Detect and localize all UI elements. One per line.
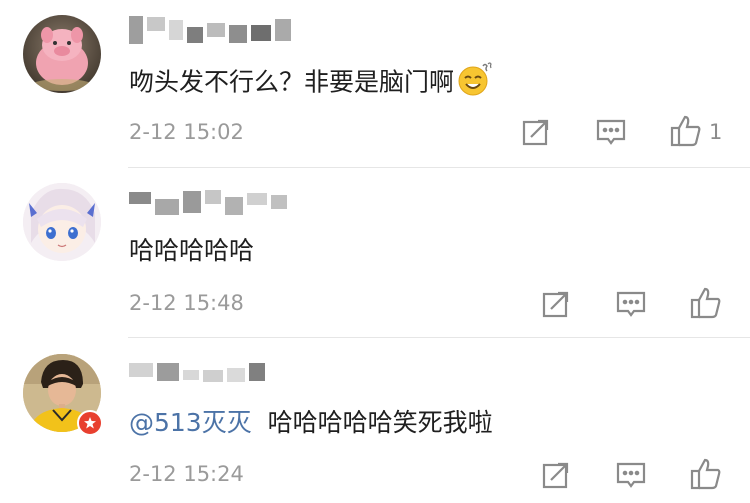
comment-item: 哈哈哈哈哈 2-12 15:48 bbox=[0, 168, 750, 338]
username-masked[interactable] bbox=[129, 14, 291, 46]
comment-item: @513灭灭 哈哈哈哈哈笑死我啦 2-12 15:24 bbox=[0, 338, 750, 503]
timestamp: 2-12 15:24 bbox=[129, 462, 244, 486]
repost-icon[interactable] bbox=[520, 116, 552, 148]
comment-body: 哈哈哈哈哈笑死我啦 bbox=[267, 408, 493, 437]
comment-icon[interactable] bbox=[615, 288, 647, 320]
avatar-anime-girl-illustration bbox=[23, 183, 101, 261]
avatar[interactable] bbox=[23, 15, 101, 93]
repost-icon[interactable] bbox=[540, 288, 572, 320]
username-masked[interactable] bbox=[129, 186, 287, 218]
comment-item: 吻头发不行么？非要是脑门啊 2-12 15:02 1 bbox=[0, 0, 750, 168]
timestamp: 2-12 15:02 bbox=[129, 120, 244, 144]
like-count: 1 bbox=[709, 120, 723, 144]
sweat-smile-emoji-icon bbox=[456, 62, 494, 105]
comment-body: 哈哈哈哈哈 bbox=[129, 236, 255, 265]
comment-body: 吻头发不行么？非要是脑门啊 bbox=[129, 67, 455, 97]
verified-badge-icon bbox=[77, 410, 103, 436]
comment-text: @513灭灭 哈哈哈哈哈笑死我啦 bbox=[129, 406, 493, 440]
repost-icon[interactable] bbox=[540, 459, 572, 491]
comment-icon[interactable] bbox=[595, 116, 627, 148]
mention-link[interactable]: @513灭灭 bbox=[129, 408, 252, 437]
thumbs-up-icon[interactable] bbox=[690, 457, 722, 490]
avatar[interactable] bbox=[23, 183, 101, 261]
timestamp: 2-12 15:48 bbox=[129, 291, 244, 315]
thumbs-up-icon[interactable] bbox=[690, 286, 722, 319]
avatar-pig-illustration bbox=[32, 27, 92, 91]
thumbs-up-icon[interactable] bbox=[670, 114, 702, 147]
comment-text: 吻头发不行么？非要是脑门啊 bbox=[129, 62, 494, 105]
comment-text: 哈哈哈哈哈 bbox=[129, 234, 254, 268]
comment-icon[interactable] bbox=[615, 459, 647, 491]
username-masked[interactable] bbox=[129, 356, 265, 388]
